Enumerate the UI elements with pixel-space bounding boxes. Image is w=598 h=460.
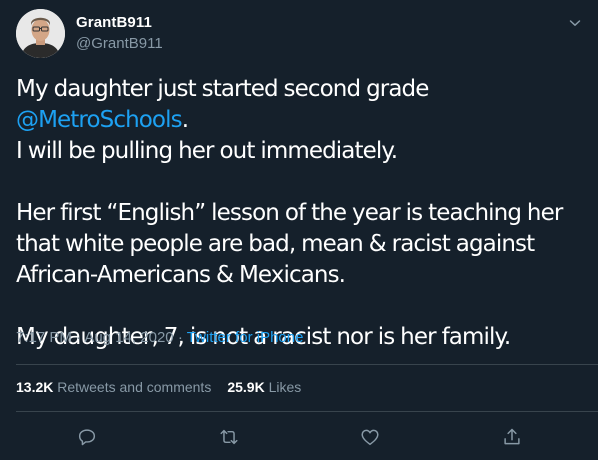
tweet-line-1: My daughter just started second grade (16, 76, 429, 102)
retweets-label: Retweets and comments (57, 379, 212, 395)
reply-button[interactable] (74, 424, 100, 450)
meta-separator: · (76, 329, 82, 346)
tweet-paragraph-2: Her first “English” lesson of the year i… (16, 200, 563, 288)
author-display-name[interactable]: GrantB911 (76, 14, 152, 31)
tweet-stats: 13.2K Retweets and comments 25.9K Likes (16, 379, 301, 395)
share-icon (504, 428, 520, 445)
divider (16, 411, 598, 412)
avatar[interactable] (16, 9, 65, 58)
tweet-meta: 7:17 PM · Aug 14, 2020 · Twitter for iPh… (16, 329, 303, 346)
more-options-chevron-down-icon[interactable] (566, 14, 584, 32)
share-button[interactable] (499, 424, 525, 450)
mention-link[interactable]: @MetroSchools (16, 107, 183, 133)
tweet-line-1-end: . (181, 107, 189, 133)
tweet-date[interactable]: Aug 14, 2020 (84, 329, 173, 346)
retweet-icon (220, 429, 238, 445)
meta-separator: · (177, 329, 183, 346)
author-handle[interactable]: @GrantB911 (76, 35, 163, 52)
heart-icon (361, 429, 379, 446)
tweet-line-2: I will be pulling her out immediately. (16, 138, 398, 164)
divider (16, 364, 598, 365)
comment-icon (78, 429, 96, 446)
likes-stat[interactable]: 25.9K Likes (227, 379, 301, 395)
avatar-photo-icon (16, 9, 65, 58)
retweet-button[interactable] (216, 424, 242, 450)
tweet-card: GrantB911 @GrantB911 My daughter just st… (0, 0, 598, 460)
tweet-time[interactable]: 7:17 PM (16, 329, 72, 346)
tweet-source-link[interactable]: Twitter for iPhone (187, 329, 304, 346)
likes-count: 25.9K (227, 379, 265, 395)
retweets-count: 13.2K (16, 379, 54, 395)
retweets-stat[interactable]: 13.2K Retweets and comments (16, 379, 211, 395)
tweet-text: My daughter just started second grade @M… (16, 74, 586, 353)
likes-label: Likes (268, 379, 302, 395)
like-button[interactable] (357, 424, 383, 450)
tweet-paragraph-1: My daughter just started second grade @M… (16, 74, 586, 167)
